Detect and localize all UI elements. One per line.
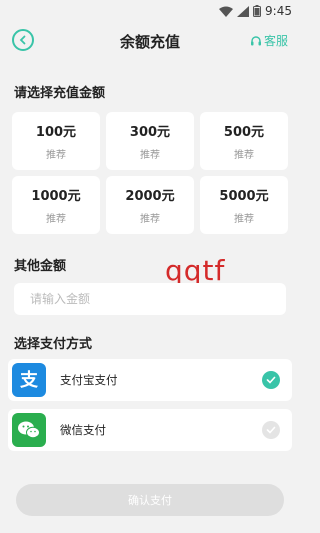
payment-option-alipay[interactable]: 支 支付宝支付	[8, 359, 292, 401]
svg-text:支: 支	[19, 369, 39, 391]
amount-option-1000[interactable]: 1000元 推荐	[12, 176, 100, 234]
amount-tag: 推荐	[234, 150, 254, 161]
battery-icon	[253, 5, 262, 17]
wifi-icon	[219, 6, 234, 17]
amount-value: 2000元	[125, 189, 175, 204]
payment-section-label: 选择支付方式	[14, 337, 93, 352]
amount-value: 5000元	[219, 189, 269, 204]
wechat-icon	[12, 413, 46, 447]
status-bar: 9:45	[0, 0, 300, 22]
amount-grid: 100元 推荐 300元 推荐 500元 推荐 1000元 推荐 2000元 推…	[12, 112, 288, 234]
payment-name: 微信支付	[60, 423, 106, 437]
page-title: 余额充值	[119, 32, 180, 51]
other-amount-label: 其他金额	[14, 259, 67, 274]
chevron-left-icon	[19, 35, 26, 45]
amount-option-300[interactable]: 300元 推荐	[106, 112, 194, 170]
header: 余额充值 客服	[0, 22, 300, 60]
service-label: 客服	[263, 34, 288, 48]
amount-tag: 推荐	[140, 150, 160, 161]
payment-name: 支付宝支付	[60, 373, 118, 387]
alipay-icon: 支	[12, 363, 46, 397]
amount-tag: 推荐	[46, 150, 66, 161]
amount-option-2000[interactable]: 2000元 推荐	[106, 176, 194, 234]
headset-icon	[250, 35, 261, 45]
status-time: 9:45	[265, 4, 292, 18]
amount-value: 500元	[223, 125, 265, 140]
amount-value: 100元	[35, 125, 77, 140]
amount-tag: 推荐	[140, 214, 160, 225]
confirm-payment-button[interactable]: 确认支付	[16, 484, 284, 516]
amount-section-label: 请选择充值金额	[14, 86, 106, 101]
amount-tag: 推荐	[234, 214, 254, 225]
amount-option-500[interactable]: 500元 推荐	[200, 112, 288, 170]
payment-option-wechat[interactable]: 微信支付	[8, 409, 292, 451]
amount-tag: 推荐	[46, 214, 66, 225]
amount-option-5000[interactable]: 5000元 推荐	[200, 176, 288, 234]
selected-check-icon[interactable]	[262, 371, 280, 389]
customer-service-button[interactable]: 客服	[250, 32, 288, 49]
unselected-check-icon[interactable]	[262, 421, 280, 439]
amount-option-100[interactable]: 100元 推荐	[12, 112, 100, 170]
amount-value: 300元	[129, 125, 171, 140]
amount-value: 1000元	[31, 189, 81, 204]
back-button[interactable]	[12, 29, 34, 51]
signal-icon	[237, 5, 250, 17]
other-amount-input[interactable]	[14, 283, 286, 315]
